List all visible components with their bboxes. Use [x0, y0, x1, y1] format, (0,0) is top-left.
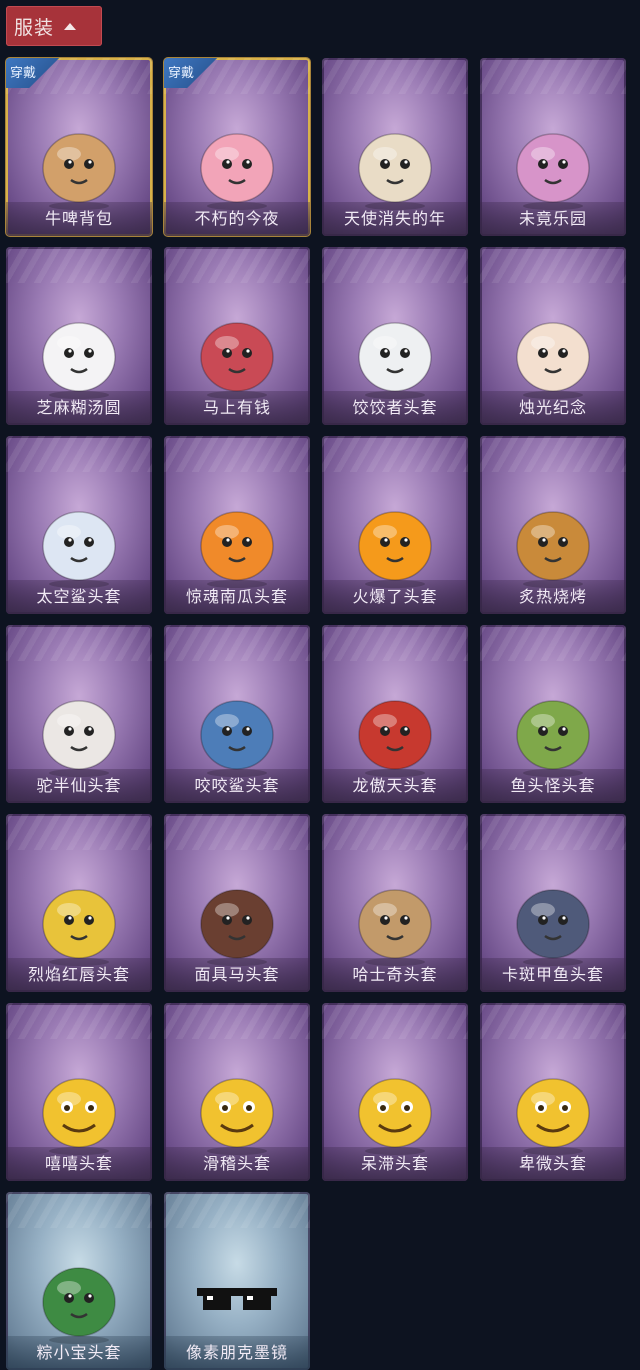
equipped-badge: 穿戴	[6, 58, 64, 88]
costume-name: 烛光纪念	[480, 391, 626, 425]
costume-grid: 穿戴 牛啤背包 穿戴 不朽的今夜 天使消失的年 未竟乐园 芝麻糊汤圆 马上有钱 …	[6, 58, 634, 1370]
section-title: 服装	[14, 16, 55, 39]
costume-name: 牛啤背包	[6, 202, 152, 236]
costume-card[interactable]: 粽小宝头套	[6, 1192, 152, 1370]
dog-head-icon	[349, 876, 441, 968]
costume-card[interactable]: 惊魂南瓜头套	[164, 436, 310, 614]
red-horse-head-icon	[191, 309, 283, 401]
costume-card[interactable]: 卑微头套	[480, 1003, 626, 1181]
fish-head-icon	[507, 687, 599, 779]
costume-name: 烈焰红唇头套	[6, 958, 152, 992]
costume-card[interactable]: 像素朋克墨镜	[164, 1192, 310, 1370]
costume-name: 马上有钱	[164, 391, 310, 425]
costume-card[interactable]: 烛光纪念	[480, 247, 626, 425]
costume-name: 卡斑甲鱼头套	[480, 958, 626, 992]
bbq-head-icon	[507, 498, 599, 590]
chevron-up-icon	[64, 22, 77, 30]
costume-card[interactable]: 呆滞头套	[322, 1003, 468, 1181]
humble-emoji-head-icon	[507, 1065, 599, 1157]
costume-name: 龙傲天头套	[322, 769, 468, 803]
dragon-head-icon	[349, 687, 441, 779]
costume-section-toggle[interactable]: 服装	[6, 6, 102, 46]
costume-name: 火爆了头套	[322, 580, 468, 614]
costume-name: 芝麻糊汤圆	[6, 391, 152, 425]
costume-name: 太空鲨头套	[6, 580, 152, 614]
candle-head-icon	[507, 309, 599, 401]
grin-emoji-head-icon	[33, 1065, 125, 1157]
space-shark-head-icon	[33, 498, 125, 590]
costume-name: 哈士奇头套	[322, 958, 468, 992]
costume-card[interactable]: 哈士奇头套	[322, 814, 468, 992]
costume-name: 滑稽头套	[164, 1147, 310, 1181]
costume-name: 卑微头套	[480, 1147, 626, 1181]
whale-head-icon	[507, 876, 599, 968]
costume-name: 饺饺者头套	[322, 391, 468, 425]
shark-head-icon	[191, 687, 283, 779]
yellow-mouse-head-icon	[33, 876, 125, 968]
costume-card[interactable]: 炙热烧烤	[480, 436, 626, 614]
cloud-head-icon	[349, 309, 441, 401]
costume-card[interactable]: 龙傲天头套	[322, 625, 468, 803]
costume-card[interactable]: 鱼头怪头套	[480, 625, 626, 803]
costume-card[interactable]: 马上有钱	[164, 247, 310, 425]
costume-card[interactable]: 面具马头套	[164, 814, 310, 992]
costume-card[interactable]: 芝麻糊汤圆	[6, 247, 152, 425]
dazed-emoji-head-icon	[349, 1065, 441, 1157]
costume-card[interactable]: 太空鲨头套	[6, 436, 152, 614]
costume-card[interactable]: 嘻嘻头套	[6, 1003, 152, 1181]
costume-name: 呆滞头套	[322, 1147, 468, 1181]
costume-card[interactable]: 未竟乐园	[480, 58, 626, 236]
costume-name: 咬咬鲨头套	[164, 769, 310, 803]
angel-girl-icon	[349, 120, 441, 212]
dumpling-head-icon	[33, 309, 125, 401]
costume-name: 天使消失的年	[322, 202, 468, 236]
costume-card[interactable]: 卡斑甲鱼头套	[480, 814, 626, 992]
costume-card[interactable]: 烈焰红唇头套	[6, 814, 152, 992]
costume-name: 不朽的今夜	[164, 202, 310, 236]
costume-card[interactable]: 咬咬鲨头套	[164, 625, 310, 803]
zongzi-head-icon	[33, 1254, 125, 1346]
costume-name: 粽小宝头套	[6, 1336, 152, 1370]
bear-sunglasses-head-icon	[33, 687, 125, 779]
costume-card[interactable]: 穿戴 不朽的今夜	[164, 58, 310, 236]
smirk-emoji-head-icon	[191, 1065, 283, 1157]
fire-head-icon	[349, 498, 441, 590]
costume-card[interactable]: 滑稽头套	[164, 1003, 310, 1181]
costume-card[interactable]: 天使消失的年	[322, 58, 468, 236]
costume-card[interactable]: 穿戴 牛啤背包	[6, 58, 152, 236]
costume-name: 炙热烧烤	[480, 580, 626, 614]
costume-name: 鱼头怪头套	[480, 769, 626, 803]
costume-card[interactable]: 火爆了头套	[322, 436, 468, 614]
costume-name: 像素朋克墨镜	[164, 1336, 310, 1370]
costume-name: 嘻嘻头套	[6, 1147, 152, 1181]
costume-card[interactable]: 驼半仙头套	[6, 625, 152, 803]
costume-name: 惊魂南瓜头套	[164, 580, 310, 614]
costume-name: 驼半仙头套	[6, 769, 152, 803]
costume-name: 未竟乐园	[480, 202, 626, 236]
pink-fox-bowl-icon	[191, 120, 283, 212]
horse-mask-icon	[191, 876, 283, 968]
cow-barrel-backpack-icon	[33, 120, 125, 212]
fairy-girl-icon	[507, 120, 599, 212]
pixel-sunglasses-icon	[191, 1254, 283, 1346]
pumpkin-head-icon	[191, 498, 283, 590]
costume-card[interactable]: 饺饺者头套	[322, 247, 468, 425]
equipped-badge: 穿戴	[164, 58, 222, 88]
costume-name: 面具马头套	[164, 958, 310, 992]
